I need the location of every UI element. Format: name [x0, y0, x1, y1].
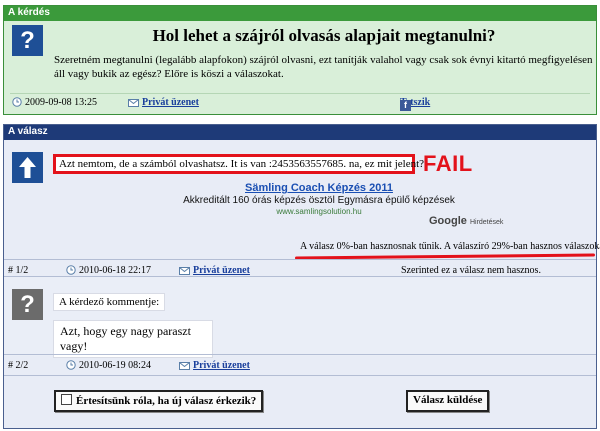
ad-title[interactable]: Sämling Coach Képzés 2011: [169, 182, 469, 194]
comment-label: A kérdező kommentje:: [53, 293, 166, 311]
google-ads-label[interactable]: Google Hirdetések: [429, 215, 503, 227]
question-title: Hol lehet a szájról olvasás alapjait meg…: [152, 26, 496, 45]
google-ads-sub: Hirdetések: [469, 219, 504, 226]
up-arrow-icon: [12, 152, 43, 183]
answer-date-wrap: 2010-06-18 22:17: [66, 265, 151, 276]
answer-text-highlight: Azt nemtom, de a számból olvashatsz. It …: [53, 154, 424, 174]
comment-private-message-link[interactable]: Privát üzenet: [193, 360, 250, 371]
like-button[interactable]: f Tetszik: [400, 97, 430, 111]
answer-date: 2010-06-18 22:17: [79, 265, 151, 276]
envelope-icon: [179, 267, 190, 275]
question-date: 2009-09-08 13:25: [25, 97, 97, 108]
clock-icon: [66, 265, 76, 275]
notify-label: Értesítsünk róla, ha új válasz érkezik?: [76, 395, 257, 407]
comment-text: Azt, hogy egy nagy paraszt vagy!: [53, 320, 213, 358]
usefulness-text: A válasz 0%-ban hasznosnak tűnik. A vála…: [300, 241, 600, 252]
envelope-icon: [128, 99, 139, 107]
fail-annotation: FAIL: [423, 151, 473, 176]
answer-index: # 1/2: [8, 265, 29, 276]
comment-date: 2010-06-19 08:24: [79, 360, 151, 371]
question-text: Szeretném megtanulni (legalább alapfokon…: [54, 54, 593, 80]
ad-url[interactable]: www.samlingsolution.hu: [169, 207, 469, 216]
question-private-message-link[interactable]: Privát üzenet: [142, 97, 199, 108]
notify-checkbox-button[interactable]: Értesítsünk róla, ha új válasz érkezik?: [54, 390, 264, 412]
comment-date-wrap: 2010-06-19 08:24: [66, 360, 151, 371]
answer-private-message-link[interactable]: Privát üzenet: [193, 265, 250, 276]
vote-not-useful[interactable]: Szerinted ez a válasz nem hasznos.: [401, 265, 541, 276]
question-header: A kérdés: [4, 6, 596, 21]
answer-box: A válasz Azt nemtom, de a számból olvash…: [3, 124, 600, 429]
comment-meta-row: # 2/2 2010-06-19 08:24 Privát üzenet: [4, 354, 596, 374]
submit-answer-button[interactable]: Válasz küldése: [406, 390, 490, 412]
question-date-wrap: 2009-09-08 13:25: [12, 97, 97, 108]
notify-checkbox[interactable]: [61, 394, 72, 405]
question-private-message[interactable]: Privát üzenet: [128, 97, 199, 108]
comment-private-message[interactable]: Privát üzenet: [179, 360, 250, 371]
question-mark-icon: ?: [12, 25, 43, 56]
answer-private-message[interactable]: Privát üzenet: [179, 265, 250, 276]
envelope-icon: [179, 362, 190, 370]
answer-header: A válasz: [4, 125, 596, 140]
action-bar: Értesítsünk róla, ha új válasz érkezik? …: [4, 375, 596, 428]
answer-text: Azt nemtom, de a számból olvashatsz. It …: [59, 158, 425, 170]
ad-block[interactable]: Sämling Coach Képzés 2011 Akkreditált 16…: [169, 182, 469, 216]
google-logo-text: Google: [429, 215, 467, 227]
ad-description: Akkreditált 160 órás képzés ösztöl Egymá…: [183, 195, 455, 206]
question-mark-icon: ?: [12, 289, 43, 320]
question-box: A kérdés ? Hol lehet a szájról olvasás a…: [3, 5, 597, 115]
clock-icon: [66, 360, 76, 370]
clock-icon: [12, 97, 22, 107]
facebook-icon: f: [400, 100, 411, 111]
comment-index: # 2/2: [8, 360, 29, 371]
question-footer: 2009-09-08 13:25 Privát üzenet f Tetszik: [10, 93, 590, 111]
